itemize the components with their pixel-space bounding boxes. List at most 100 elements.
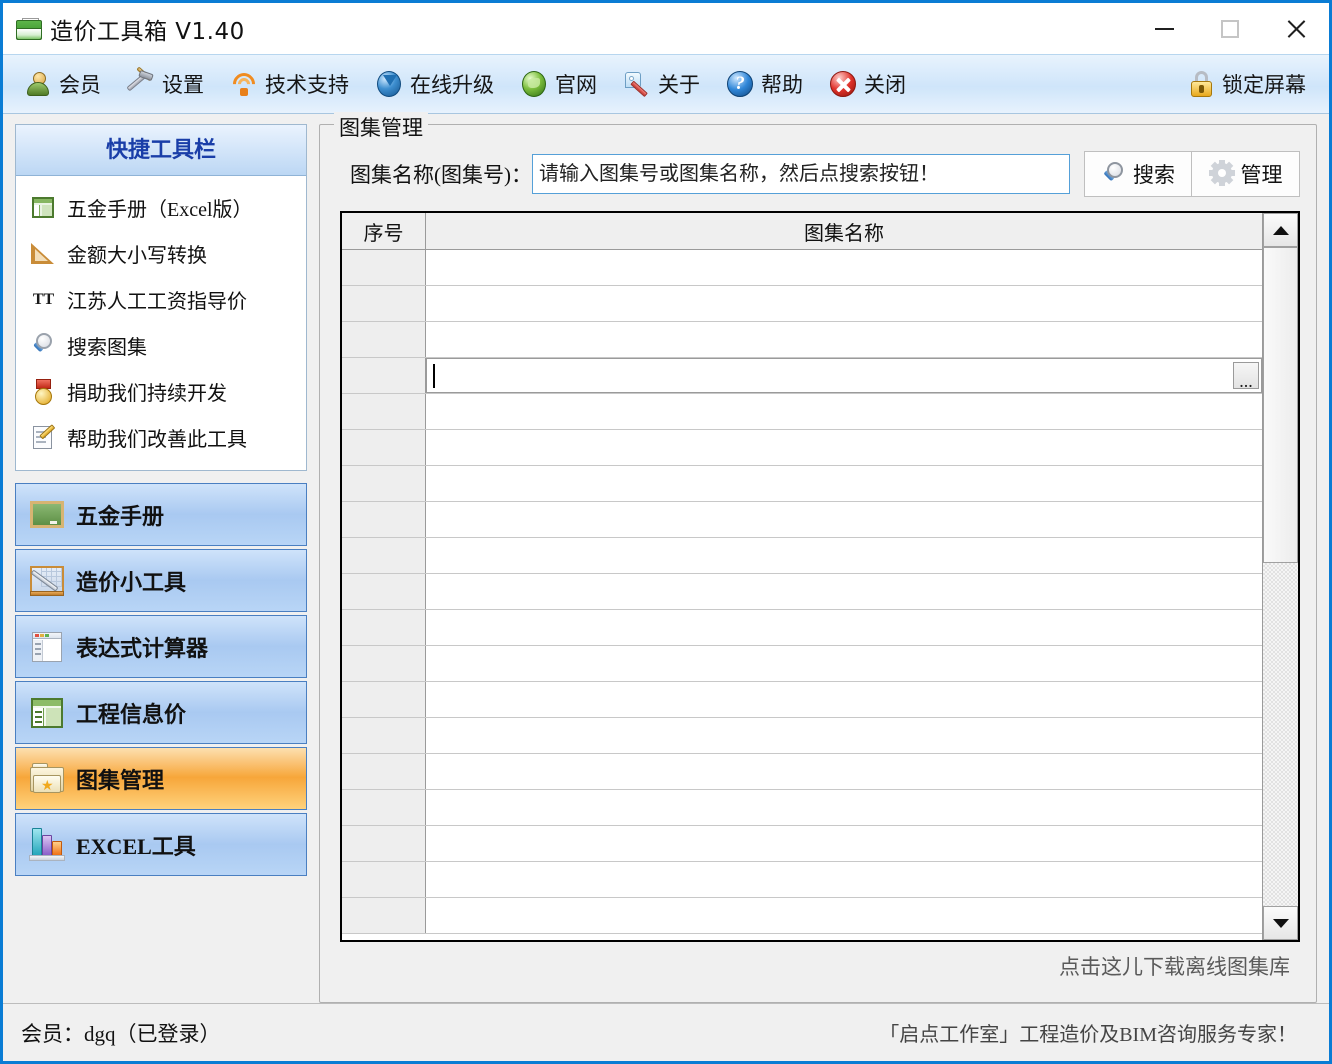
sidebar-item-hardware-manual[interactable]: 五金手册 <box>15 483 307 546</box>
scroll-up-button[interactable] <box>1263 213 1298 247</box>
sidebar-item-label: 五金手册 <box>76 503 165 529</box>
close-button[interactable] <box>1263 3 1329 54</box>
cell-name-editor[interactable]: ... <box>426 358 1262 393</box>
sidebar-item-label: 表达式计算器 <box>76 635 209 661</box>
toolbar-label: 会员 <box>59 73 101 97</box>
table-row[interactable] <box>342 394 1262 430</box>
toolbar-item-about[interactable]: 关于 <box>610 59 713 109</box>
table-row[interactable] <box>342 430 1262 466</box>
search-button[interactable]: 搜索 <box>1084 151 1192 197</box>
quick-item-feedback[interactable]: 帮助我们改善此工具 <box>16 414 306 460</box>
sidebar-item-label: 造价小工具 <box>76 569 187 595</box>
vertical-scrollbar[interactable] <box>1262 213 1298 940</box>
cell-seq <box>342 322 426 357</box>
search-row: 图集名称(图集号)： 搜索 管理 <box>350 151 1300 197</box>
table-row[interactable] <box>342 754 1262 790</box>
sidebar-item-atlas-management[interactable]: ★ 图集管理 <box>15 747 307 810</box>
cell-seq <box>342 286 426 321</box>
quick-item-label: 五金手册（Excel版） <box>67 198 253 221</box>
toolbar-label: 关闭 <box>864 73 906 97</box>
table-row[interactable] <box>342 826 1262 862</box>
cell-seq <box>342 502 426 537</box>
green-table-icon <box>28 696 66 730</box>
quick-item-hardware-manual-excel[interactable]: 五金手册（Excel版） <box>16 184 306 230</box>
cell-seq <box>342 862 426 897</box>
table-row[interactable] <box>342 286 1262 322</box>
table-row[interactable] <box>342 718 1262 754</box>
question-mark-icon: ? <box>726 70 754 98</box>
toolbar-item-online-update[interactable]: 在线升级 <box>362 59 507 109</box>
gear-icon <box>1208 160 1235 187</box>
cell-name <box>426 862 1262 897</box>
toolbar-item-help[interactable]: ? 帮助 <box>713 59 816 109</box>
ellipsis-button[interactable]: ... <box>1233 362 1259 390</box>
sidebar-item-expression-calculator[interactable]: 表达式计算器 <box>15 615 307 678</box>
quick-item-amount-case-convert[interactable]: 金额大小写转换 <box>16 230 306 276</box>
cell-seq <box>342 466 426 501</box>
table-row[interactable] <box>342 322 1262 358</box>
cell-name <box>426 826 1262 861</box>
toolbar-item-close[interactable]: 关闭 <box>816 59 919 109</box>
maximize-button[interactable] <box>1197 3 1263 54</box>
groupbox-title: 图集管理 <box>334 112 428 142</box>
cell-seq <box>342 790 426 825</box>
table-row[interactable] <box>342 574 1262 610</box>
sidebar-item-label: 工程信息价 <box>76 701 187 727</box>
cell-seq <box>342 646 426 681</box>
text-caret <box>433 364 435 388</box>
quick-item-donate[interactable]: 捐助我们持续开发 <box>16 368 306 414</box>
grid-header-seq[interactable]: 序号 <box>342 213 426 249</box>
table-row[interactable] <box>342 646 1262 682</box>
table-row[interactable] <box>342 538 1262 574</box>
quick-item-label: 金额大小写转换 <box>67 244 207 267</box>
red-close-icon <box>829 70 857 98</box>
toolbar-item-support[interactable]: 技术支持 <box>217 59 362 109</box>
search-icon <box>1101 161 1127 187</box>
scrollbar-thumb[interactable] <box>1263 247 1298 564</box>
globe-green-icon <box>520 70 548 98</box>
minimize-button[interactable] <box>1131 3 1197 54</box>
quick-item-jiangsu-labor-price[interactable]: TT 江苏人工工资指导价 <box>16 276 306 322</box>
search-input[interactable] <box>532 154 1070 194</box>
table-row-editing[interactable]: ... <box>342 358 1262 394</box>
lock-icon <box>1187 70 1215 98</box>
toolbar-item-lock-screen[interactable]: 锁定屏幕 <box>1174 59 1319 109</box>
title-bar: 造价工具箱 V1.40 <box>3 3 1329 54</box>
quick-item-search-atlas[interactable]: 搜索图集 <box>16 322 306 368</box>
table-row[interactable] <box>342 682 1262 718</box>
search-button-label: 搜索 <box>1133 163 1175 187</box>
table-row[interactable] <box>342 862 1262 898</box>
scroll-down-button[interactable] <box>1263 906 1298 940</box>
support-icon <box>228 68 260 100</box>
sidebar-item-excel-tools[interactable]: EXCEL工具 <box>15 813 307 876</box>
sidebar-item-cost-tools[interactable]: 造价小工具 <box>15 549 307 612</box>
cell-seq <box>342 682 426 717</box>
cell-name <box>426 574 1262 609</box>
sidebar-item-label: EXCEL工具 <box>76 833 196 859</box>
search-label: 图集名称(图集号)： <box>350 163 532 187</box>
toolbar-item-website[interactable]: 官网 <box>507 59 610 109</box>
toolbar-label: 在线升级 <box>410 73 494 97</box>
table-row[interactable] <box>342 790 1262 826</box>
grid-body: ... <box>342 250 1262 940</box>
grid-header-name[interactable]: 图集名称 <box>426 213 1262 249</box>
magnifier-icon <box>30 332 57 359</box>
table-row[interactable] <box>342 466 1262 502</box>
toolbar-item-settings[interactable]: 设置 <box>114 59 217 109</box>
table-row[interactable] <box>342 502 1262 538</box>
table-row[interactable] <box>342 250 1262 286</box>
table-row[interactable] <box>342 610 1262 646</box>
scrollbar-track[interactable] <box>1263 247 1298 906</box>
manage-button[interactable]: 管理 <box>1192 151 1300 197</box>
toolbar-label: 设置 <box>162 73 204 97</box>
table-row[interactable] <box>342 898 1262 934</box>
folder-star-icon: ★ <box>28 762 66 796</box>
chevron-up-icon <box>1272 225 1289 235</box>
chevron-down-icon <box>1272 918 1289 928</box>
blackboard-icon <box>28 498 66 532</box>
toolbar-item-member[interactable]: 会员 <box>11 59 114 109</box>
sidebar-item-project-info-price[interactable]: 工程信息价 <box>15 681 307 744</box>
cell-name <box>426 466 1262 501</box>
download-offline-atlas-link[interactable]: 点击这儿下载离线图集库 <box>1059 951 1290 981</box>
tag-pen-icon <box>623 70 651 98</box>
